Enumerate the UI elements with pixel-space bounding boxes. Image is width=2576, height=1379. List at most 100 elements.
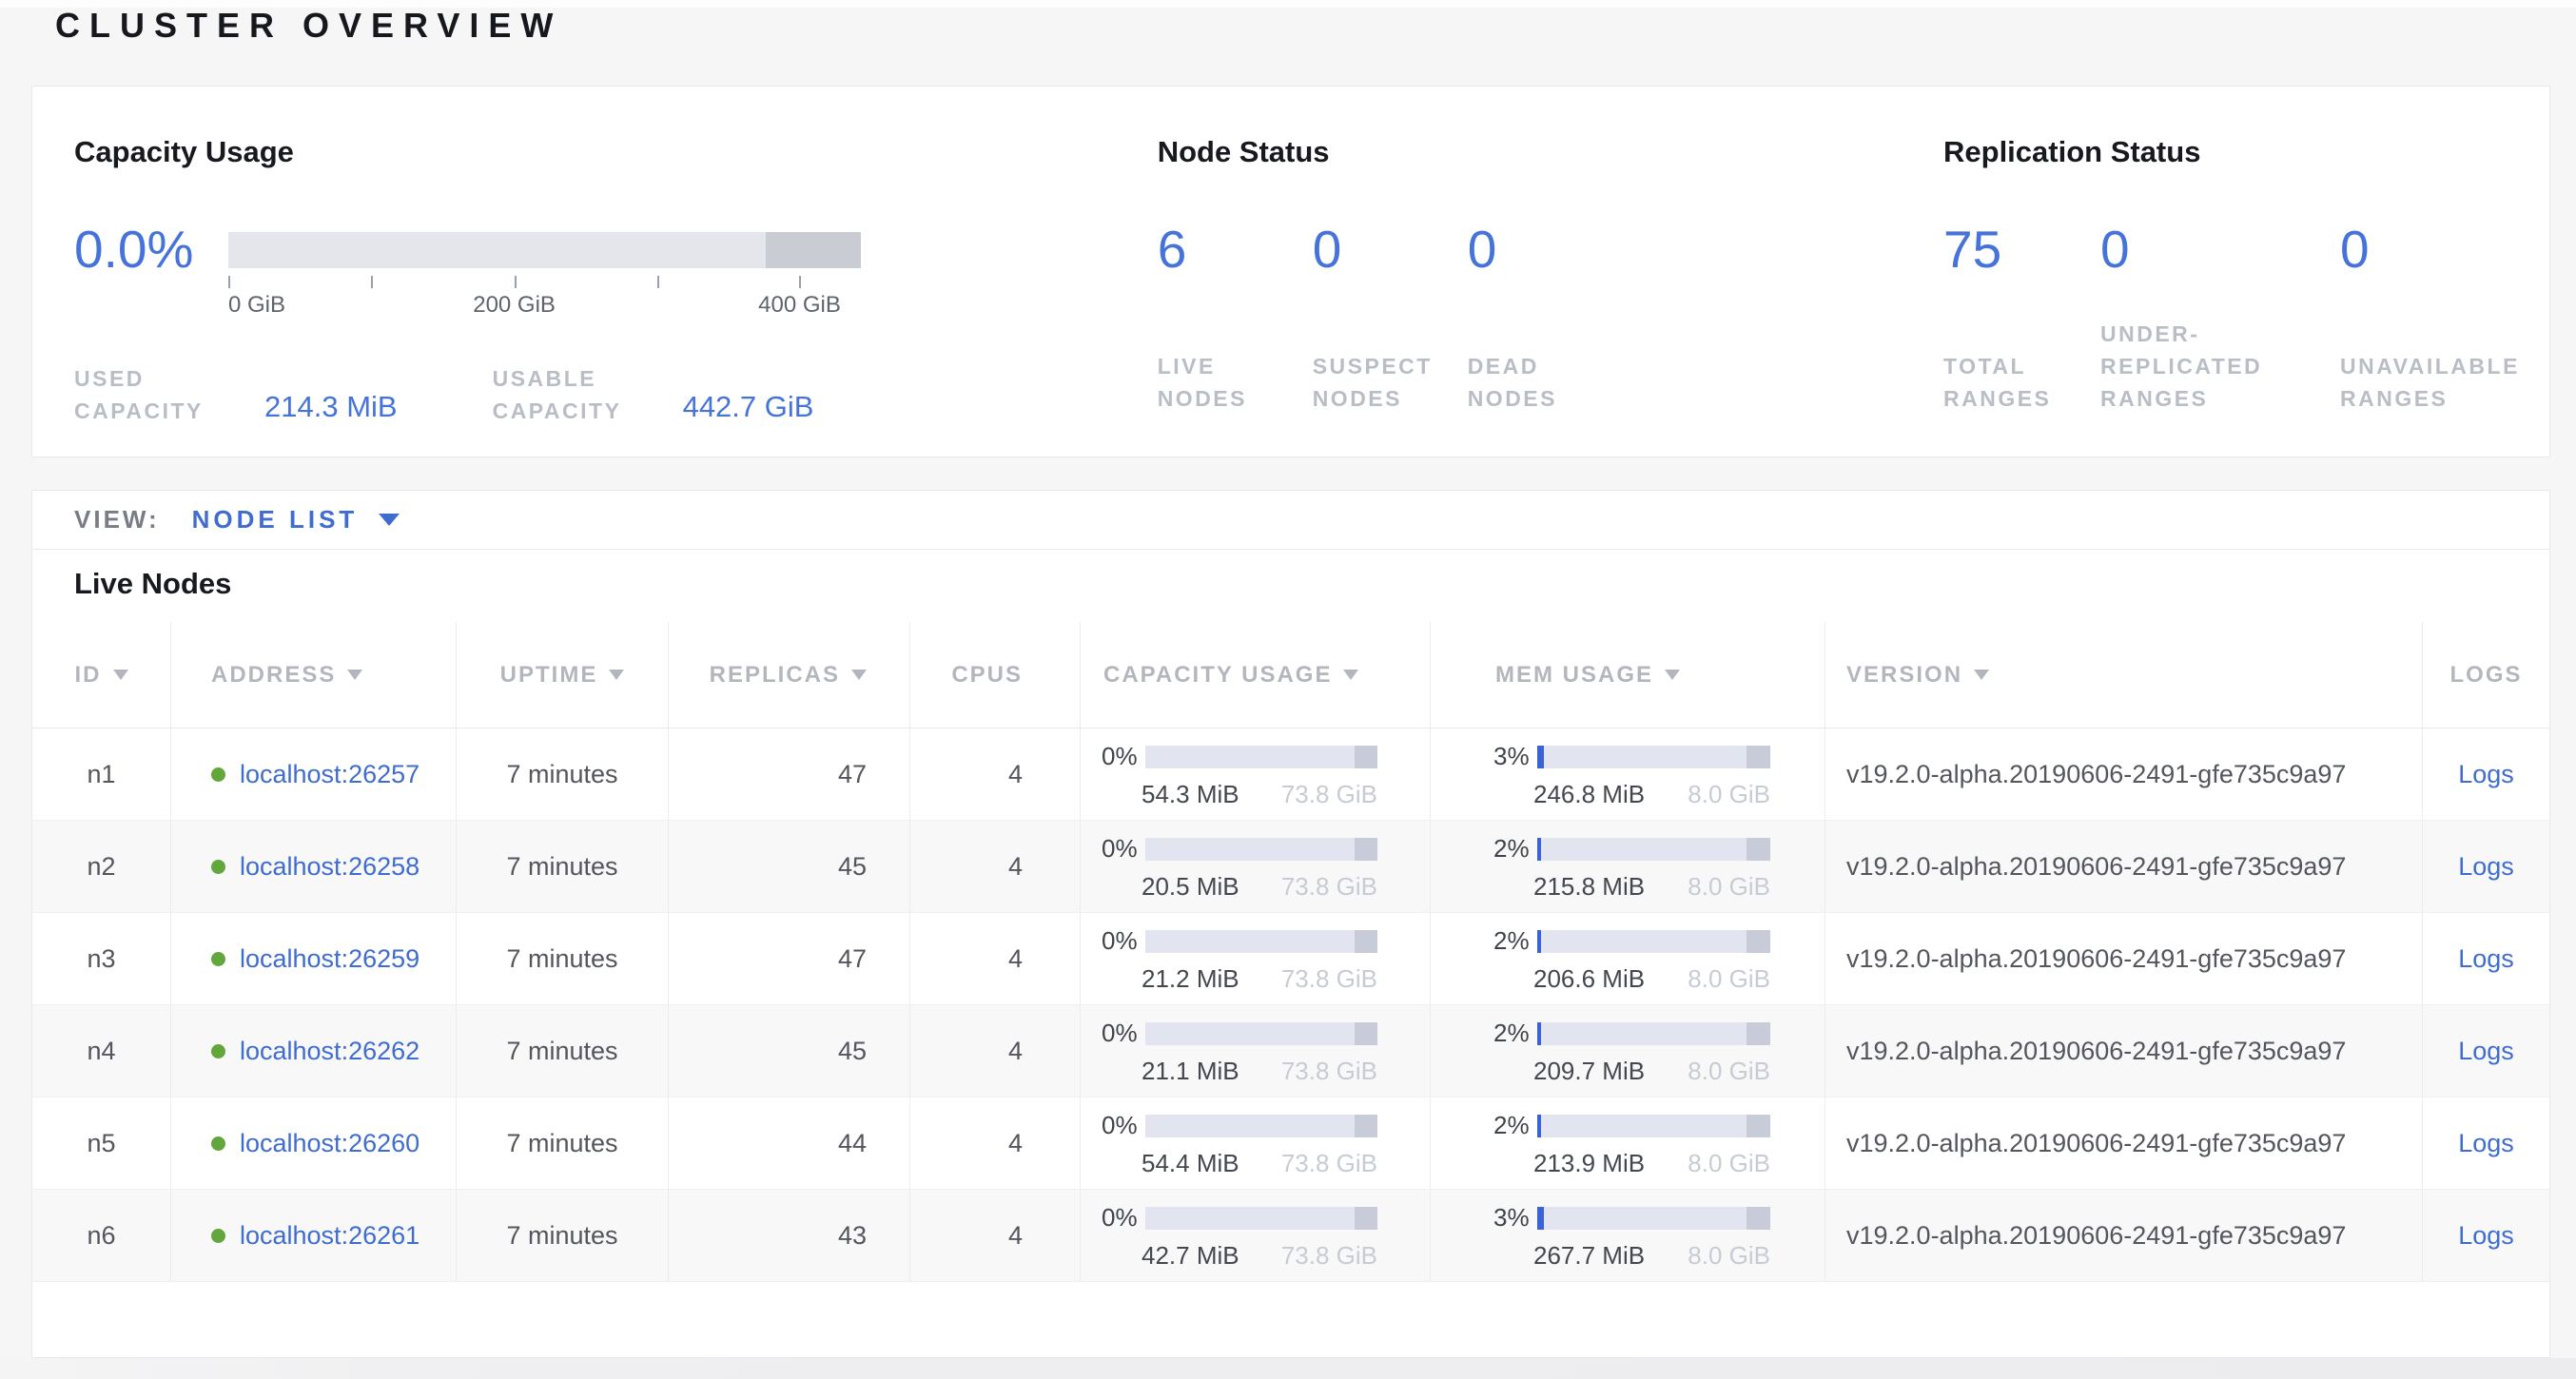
column-header-capacity-usage[interactable]: CAPACITY USAGE <box>1081 622 1431 728</box>
suspect-nodes-label: SUSPECT NODES <box>1313 350 1468 415</box>
mem-percent: 3% <box>1493 742 1530 771</box>
mem-bar <box>1537 838 1770 861</box>
logs-link[interactable]: Logs <box>2458 1129 2514 1158</box>
node-address-link[interactable]: localhost:26257 <box>240 760 420 789</box>
capacity-bar-reserved-segment <box>766 232 861 268</box>
node-address-link[interactable]: localhost:26260 <box>240 1129 420 1158</box>
node-address-link[interactable]: localhost:26262 <box>240 1037 420 1066</box>
mem-percent: 2% <box>1493 1019 1530 1048</box>
logs-link[interactable]: Logs <box>2458 852 2514 882</box>
column-header-id[interactable]: ID <box>32 622 171 728</box>
suspect-nodes-value: 0 <box>1313 220 1468 279</box>
node-cpus: 4 <box>910 1005 1081 1097</box>
sort-desc-icon <box>1343 670 1358 680</box>
node-address-link[interactable]: localhost:26259 <box>240 944 420 974</box>
bar-used-fill <box>1537 746 1544 768</box>
logs-link[interactable]: Logs <box>2458 1037 2514 1066</box>
live-nodes-table: ID ADDRESS UPTIME REPLICAS CPUS CAPACITY… <box>32 622 2549 1282</box>
node-id: n1 <box>32 728 171 820</box>
mem-total: 8.0 GiB <box>1688 1057 1770 1086</box>
node-mem-usage: 2% 213.9 MiB8.0 GiB <box>1431 1097 1825 1189</box>
bar-reserved-segment <box>1747 838 1770 861</box>
node-uptime: 7 minutes <box>457 728 669 820</box>
node-id: n2 <box>32 821 171 912</box>
under-replicated-ranges-stat: 0 UNDER-REPLICATED RANGES <box>2100 220 2340 415</box>
column-header-version[interactable]: VERSION <box>1825 622 2423 728</box>
logs-link[interactable]: Logs <box>2458 944 2514 974</box>
node-replicas: 45 <box>669 821 910 912</box>
node-address-cell: localhost:26259 <box>171 913 457 1004</box>
view-label: VIEW: <box>74 505 160 534</box>
axis-tick-label: 400 GiB <box>758 292 841 319</box>
node-version: v19.2.0-alpha.20190606-2491-gfe735c9a97 <box>1825 728 2423 820</box>
capacity-total: 73.8 GiB <box>1281 1149 1377 1178</box>
mem-total: 8.0 GiB <box>1688 964 1770 994</box>
bar-reserved-segment <box>1355 746 1377 768</box>
live-nodes-card: Live Nodes ID ADDRESS UPTIME REPLICAS CP… <box>31 550 2550 1358</box>
capacity-percent: 0% <box>1102 1203 1138 1233</box>
capacity-used: 42.7 MiB <box>1142 1241 1239 1271</box>
column-header-uptime[interactable]: UPTIME <box>457 622 669 728</box>
logs-link[interactable]: Logs <box>2458 760 2514 789</box>
node-uptime: 7 minutes <box>457 913 669 1004</box>
chevron-down-icon <box>379 514 400 526</box>
node-logs-cell: Logs <box>2423 821 2549 912</box>
capacity-percent: 0% <box>1102 742 1138 771</box>
unavailable-ranges-label: UNAVAILABLE RANGES <box>2340 350 2535 415</box>
view-selector-dropdown[interactable]: NODE LIST <box>192 505 400 534</box>
node-replicas: 47 <box>669 913 910 1004</box>
used-capacity-stat: USED CAPACITY 214.3 MiB <box>74 362 398 427</box>
logs-link[interactable]: Logs <box>2458 1221 2514 1251</box>
capacity-percent: 0% <box>1102 834 1138 864</box>
capacity-used: 20.5 MiB <box>1142 872 1239 902</box>
node-id: n6 <box>32 1190 171 1281</box>
mem-total: 8.0 GiB <box>1688 1241 1770 1271</box>
summary-card: Capacity Usage 0.0% <box>31 86 2550 457</box>
node-cpus: 4 <box>910 1190 1081 1281</box>
page-footer-band <box>0 1358 2576 1379</box>
capacity-percent: 0% <box>1102 1111 1138 1140</box>
node-address-link[interactable]: localhost:26258 <box>240 852 420 882</box>
capacity-total: 73.8 GiB <box>1281 872 1377 902</box>
axis-tick <box>371 276 373 288</box>
mem-bar <box>1537 930 1770 953</box>
node-status-section: Node Status 6 LIVE NODES 0 SUSPECT NODES… <box>1158 134 1943 456</box>
capacity-usage-title: Capacity Usage <box>74 134 1158 170</box>
sort-desc-icon <box>113 670 128 680</box>
node-cpus: 4 <box>910 821 1081 912</box>
capacity-axis-ticks <box>228 276 861 289</box>
mem-total: 8.0 GiB <box>1688 1149 1770 1178</box>
mem-used: 267.7 MiB <box>1533 1241 1645 1271</box>
node-uptime: 7 minutes <box>457 821 669 912</box>
column-header-mem-usage[interactable]: MEM USAGE <box>1431 622 1825 728</box>
column-header-replicas[interactable]: REPLICAS <box>669 622 910 728</box>
node-version: v19.2.0-alpha.20190606-2491-gfe735c9a97 <box>1825 913 2423 1004</box>
node-address-cell: localhost:26258 <box>171 821 457 912</box>
node-live-dot <box>211 1136 225 1151</box>
usable-capacity-stat: USABLE CAPACITY 442.7 GiB <box>493 362 814 427</box>
capacity-used: 54.3 MiB <box>1142 780 1239 809</box>
sort-desc-icon <box>1974 670 1989 680</box>
live-nodes-value: 6 <box>1158 220 1313 279</box>
replication-status-section: Replication Status 75 TOTAL RANGES 0 UND… <box>1943 134 2549 456</box>
mem-total: 8.0 GiB <box>1688 872 1770 902</box>
mem-percent: 2% <box>1493 926 1530 956</box>
column-header-cpus: CPUS <box>910 622 1081 728</box>
node-capacity-usage: 0% 20.5 MiB 73.8 GiB <box>1081 821 1431 912</box>
capacity-bar <box>1145 746 1377 768</box>
bar-used-fill <box>1537 1115 1542 1137</box>
bar-reserved-segment <box>1747 1207 1770 1230</box>
unavailable-ranges-stat: 0 UNAVAILABLE RANGES <box>2340 220 2549 415</box>
node-logs-cell: Logs <box>2423 728 2549 820</box>
axis-tick <box>657 276 659 288</box>
node-logs-cell: Logs <box>2423 1190 2549 1281</box>
node-mem-usage: 2% 206.6 MiB8.0 GiB <box>1431 913 1825 1004</box>
column-header-address[interactable]: ADDRESS <box>171 622 457 728</box>
bar-reserved-segment <box>1747 746 1770 768</box>
node-id: n5 <box>32 1097 171 1189</box>
node-id: n4 <box>32 1005 171 1097</box>
node-address-link[interactable]: localhost:26261 <box>240 1221 420 1251</box>
node-uptime: 7 minutes <box>457 1190 669 1281</box>
node-cpus: 4 <box>910 728 1081 820</box>
axis-tick <box>228 276 230 288</box>
